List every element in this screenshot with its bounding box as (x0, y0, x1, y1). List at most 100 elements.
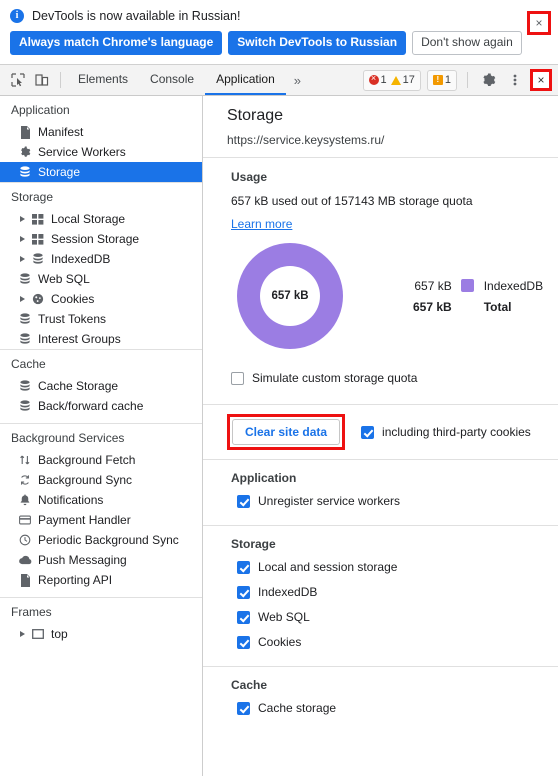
usage-section: Usage 657 kB used out of 157143 MB stora… (203, 158, 558, 404)
banner-actions: Always match Chrome's language Switch De… (10, 31, 548, 55)
sidebar-item-cookies[interactable]: Cookies (0, 289, 202, 309)
more-tabs-icon[interactable]: » (286, 65, 309, 95)
sidebar-item-top-frame[interactable]: top (0, 624, 202, 644)
sidebar-item-background-sync[interactable]: Background Sync (0, 470, 202, 490)
local-session-storage-checkbox[interactable] (237, 560, 250, 574)
gear-icon[interactable] (478, 69, 500, 91)
sidebar-item-manifest[interactable]: Manifest (0, 122, 202, 142)
chevron-right-icon[interactable] (20, 256, 25, 262)
database-icon (18, 312, 32, 326)
tab-elements[interactable]: Elements (67, 65, 139, 95)
language-banner: i DevTools is now available in Russian! … (0, 0, 558, 65)
tab-console[interactable]: Console (139, 65, 205, 95)
checkbox-row: IndexedDB (237, 585, 558, 599)
banner-message: DevTools is now available in Russian! (32, 9, 241, 23)
clear-site-data-button[interactable]: Clear site data (232, 419, 341, 445)
device-toolbar-icon[interactable] (30, 68, 54, 92)
sidebar-item-session-storage[interactable]: Session Storage (0, 229, 202, 249)
sidebar-item-push-messaging[interactable]: Push Messaging (0, 550, 202, 570)
checkbox-row: Unregister service workers (237, 494, 558, 508)
sidebar-item-trust-tokens[interactable]: Trust Tokens (0, 309, 202, 329)
usage-donut-chart[interactable]: 657 kB (237, 243, 343, 349)
usage-heading: Usage (231, 170, 268, 184)
sidebar-item-label: Cache Storage (38, 379, 119, 393)
panel-header: Storage https://service.keysystems.ru/ (203, 96, 558, 157)
more-vertical-icon[interactable] (504, 69, 526, 91)
close-devtools-button[interactable]: × (530, 69, 552, 91)
section-title-application: Application (231, 471, 297, 485)
storage-usage-chart: 657 kB 657 kB IndexedDB 657 kB Total (231, 243, 558, 349)
sidebar-item-label: top (51, 627, 68, 641)
checkbox-row: Cache storage (237, 701, 558, 715)
sidebar-item-indexeddb[interactable]: IndexedDB (0, 249, 202, 269)
chevron-right-icon[interactable] (20, 296, 25, 302)
sidebar-item-storage[interactable]: Storage (0, 162, 202, 182)
indexeddb-checkbox[interactable] (237, 585, 250, 599)
chevron-right-icon[interactable] (20, 216, 25, 222)
cookies-checkbox[interactable] (237, 635, 250, 649)
checkbox-label: Local and session storage (258, 560, 398, 574)
dont-show-again-button[interactable]: Don't show again (412, 31, 522, 55)
toolbar-right: 1 17 1 (362, 69, 558, 91)
inspect-element-icon[interactable] (6, 68, 30, 92)
tab-application[interactable]: Application (205, 65, 286, 95)
always-match-language-button[interactable]: Always match Chrome's language (10, 31, 223, 55)
simulate-quota-checkbox[interactable] (231, 371, 244, 385)
document-icon (18, 125, 32, 139)
chevron-right-icon[interactable] (20, 631, 25, 637)
donut-center-label: 657 kB (260, 266, 320, 326)
issues-counters[interactable]: 1 17 (362, 69, 421, 91)
credit-card-icon (18, 513, 32, 527)
sidebar-item-label: Storage (38, 165, 81, 179)
learn-more-link[interactable]: Learn more (231, 217, 292, 231)
application-sidebar: Application Manifest Service Workers Sto… (0, 96, 203, 776)
sidebar-item-local-storage[interactable]: Local Storage (0, 209, 202, 229)
sidebar-item-label: Background Sync (38, 473, 133, 487)
unregister-service-workers-checkbox[interactable] (237, 494, 250, 508)
third-party-cookies-row: including third-party cookies (361, 425, 531, 439)
gear-icon (18, 145, 32, 159)
sidebar-item-label: Service Workers (38, 145, 126, 159)
checkbox-label: Unregister service workers (258, 494, 401, 508)
database-icon (18, 272, 32, 286)
frame-icon (31, 627, 45, 641)
simulate-quota-row: Simulate custom storage quota (231, 371, 558, 385)
section-title-storage: Storage (231, 537, 276, 551)
switch-devtools-language-button[interactable]: Switch DevTools to Russian (228, 31, 407, 55)
checkbox-label: Web SQL (258, 610, 310, 624)
third-party-cookies-label: including third-party cookies (382, 425, 531, 439)
sidebar-item-back-forward-cache[interactable]: Back/forward cache (0, 396, 202, 416)
error-icon (368, 72, 379, 85)
sidebar-item-cache-storage[interactable]: Cache Storage (0, 376, 202, 396)
application-clear-section: Application Unregister service workers (203, 460, 558, 525)
warning-icon (390, 75, 401, 85)
sidebar-item-label: Payment Handler (38, 513, 131, 527)
chevron-right-icon[interactable] (20, 236, 25, 242)
sidebar-item-notifications[interactable]: Notifications (0, 490, 202, 510)
sidebar-item-interest-groups[interactable]: Interest Groups (0, 329, 202, 349)
sidebar-group-cache: Cache Cache Storage Back/forward cache (0, 349, 202, 423)
checkbox-row: Web SQL (237, 610, 558, 624)
error-counter[interactable]: 1 (368, 72, 387, 86)
sidebar-group-title: Application (11, 103, 70, 117)
messages-counter[interactable]: 1 (426, 69, 457, 91)
legend-total-value: 657 kB (413, 299, 452, 314)
sidebar-item-background-fetch[interactable]: Background Fetch (0, 450, 202, 470)
sidebar-item-reporting-api[interactable]: Reporting API (0, 570, 202, 590)
message-count: 1 (444, 74, 451, 86)
sidebar-group-title: Frames (11, 605, 52, 619)
warning-counter[interactable]: 17 (390, 74, 415, 86)
web-sql-checkbox[interactable] (237, 610, 250, 624)
legend-total-label: Total (483, 299, 512, 314)
toolbar-divider (60, 72, 61, 88)
sidebar-item-periodic-background-sync[interactable]: Periodic Background Sync (0, 530, 202, 550)
cache-storage-checkbox[interactable] (237, 701, 250, 715)
sidebar-item-payment-handler[interactable]: Payment Handler (0, 510, 202, 530)
third-party-cookies-checkbox[interactable] (361, 425, 375, 439)
cloud-icon (18, 553, 32, 567)
banner-close-button[interactable]: × (527, 11, 551, 35)
checkbox-row: Cookies (237, 635, 558, 649)
sidebar-item-web-sql[interactable]: Web SQL (0, 269, 202, 289)
sidebar-item-label: Local Storage (51, 212, 126, 226)
sidebar-item-service-workers[interactable]: Service Workers (0, 142, 202, 162)
